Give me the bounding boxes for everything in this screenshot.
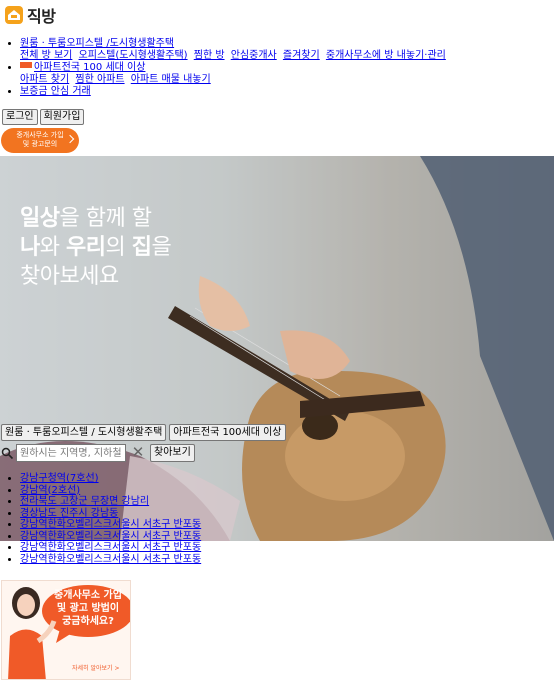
nav-link-deposit[interactable]: 보증금 안심 거래	[20, 86, 91, 97]
headline-word: 을 함께 할	[59, 206, 152, 231]
house-logo-icon	[5, 6, 23, 24]
auth-buttons: 로그인 회원가입	[2, 109, 85, 125]
suggestion-link[interactable]: 경상남도 진주시 강남동	[20, 508, 118, 519]
headline-word: 찾아보세요	[20, 264, 119, 289]
headline-line-3: 찾아보세요	[20, 262, 171, 291]
nav-sub-list-apartment[interactable]: 아파트 매물 내놓기	[131, 74, 211, 85]
nav-sub-agent-manage[interactable]: 중개사무소에 방 내놓기·관리	[326, 50, 446, 61]
headline-line-1: 일상을 함께 할	[20, 204, 171, 233]
suggestion-link[interactable]: 강남역한화오벨리스크서울시 서초구 반포동	[20, 531, 201, 542]
suggestion-link[interactable]: 강남역한화오벨리스크서울시 서초구 반포동	[20, 554, 201, 565]
login-button[interactable]: 로그인	[2, 109, 38, 125]
nav-sub-liked-apartment[interactable]: 찜한 아파트	[75, 74, 124, 85]
signup-button[interactable]: 회원가입	[39, 109, 85, 125]
search-suggestions: 강남구청역(7호선) 강남역(2호선) 전라북도 고창군 무장면 강남리 경상남…	[0, 473, 201, 565]
suggestion-link[interactable]: 전라북도 고창군 무장면 강남리	[20, 496, 149, 507]
nav-sub-liked-rooms[interactable]: 찜한 방	[194, 50, 225, 61]
ad-more-link[interactable]: 자세히 알아보기 >	[72, 663, 119, 672]
list-item: 전라북도 고창군 무장면 강남리	[20, 496, 201, 508]
nav-sub-find-apartment[interactable]: 아파트 찾기	[20, 74, 69, 85]
hero-headline: 일상을 함께 할 나와 우리의 집을 찾아보세요	[20, 204, 172, 291]
nav-oneroom-submenu: 전체 방 보기 오피스텔(도시형생활주택) 찜한 방 안심중개사 즐겨찾기 중개…	[20, 50, 449, 61]
zigbang-logo[interactable]: 직방	[4, 3, 56, 27]
suggestion-link[interactable]: 강남역한화오벨리스크서울시 서초구 반포동	[20, 542, 201, 553]
nav-link-apartment[interactable]: 아파트전국 100 세대 이상	[34, 62, 145, 73]
headline-word: 나	[20, 235, 40, 260]
list-item: 경상남도 진주시 강남동	[20, 508, 201, 520]
ad-line: 및 광고 방법이	[56, 603, 120, 614]
nav-item-deposit: 보증금 안심 거래	[20, 86, 449, 98]
nav-item-oneroom: 원룸 · 투룸오피스텔 /도시형생활주택 전체 방 보기 오피스텔(도시형생활주…	[20, 38, 449, 62]
main-nav: 원룸 · 투룸오피스텔 /도시형생활주택 전체 방 보기 오피스텔(도시형생활주…	[0, 38, 449, 98]
new-badge-icon	[20, 62, 32, 68]
headline-word: 일상	[20, 206, 60, 231]
headline-word: 우리	[65, 235, 106, 260]
ad-line: 중개사무소 가입	[54, 590, 122, 601]
nav-sub-safe-agent[interactable]: 안심중개사	[231, 50, 277, 61]
nav-item-apartment: 아파트전국 100 세대 이상 아파트 찾기 찜한 아파트 아파트 매물 내놓기	[20, 62, 449, 86]
list-item: 강남역한화오벨리스크서울시 서초구 반포동	[20, 542, 201, 554]
ad-text: 중개사무소 가입 및 광고 방법이 궁금하세요?	[46, 589, 130, 628]
headline-word: 의	[105, 235, 132, 260]
list-item: 강남역한화오벨리스크서울시 서초구 반포동	[20, 531, 201, 543]
search-button[interactable]: 찾아보기	[150, 444, 195, 462]
agent-pill-line1: 중개사무소 가입	[16, 131, 64, 139]
agent-ad-banner[interactable]: 중개사무소 가입 및 광고 방법이 궁금하세요? 자세히 알아보기 >	[1, 580, 131, 680]
tab-apartment[interactable]: 아파트전국 100세대 이상	[169, 424, 286, 441]
search-input[interactable]	[16, 444, 126, 462]
list-item: 강남역한화오벨리스크서울시 서초구 반포동	[20, 554, 201, 566]
suggestion-link[interactable]: 강남구청역(7호선)	[20, 473, 99, 484]
agent-pill-line2: 및 광고문의	[22, 140, 58, 148]
list-item: 강남구청역(7호선)	[20, 473, 201, 485]
ad-line: 궁금하세요?	[62, 616, 114, 627]
suggestion-link[interactable]: 강남역(2호선)	[20, 485, 80, 496]
search-icon	[1, 447, 14, 459]
search-bar: ✕ 찾아보기	[1, 444, 195, 462]
list-item: 강남역한화오벨리스크서울시 서초구 반포동	[20, 519, 201, 531]
list-item: 강남역(2호선)	[20, 485, 201, 497]
nav-apartment-submenu: 아파트 찾기 찜한 아파트 아파트 매물 내놓기	[20, 74, 214, 85]
nav-link-oneroom[interactable]: 원룸 · 투룸오피스텔 /도시형생활주택	[20, 38, 174, 49]
nav-sub-all-rooms[interactable]: 전체 방 보기	[20, 50, 72, 61]
suggestion-link[interactable]: 강남역한화오벨리스크서울시 서초구 반포동	[20, 519, 201, 530]
logo-text: 직방	[27, 7, 56, 26]
headline-line-2: 나와 우리의 집을	[20, 233, 172, 262]
headline-word: 집	[131, 235, 152, 260]
headline-word: 을	[151, 235, 172, 260]
nav-sub-officetel[interactable]: 오피스텔(도시형생활주택)	[79, 50, 188, 61]
clear-search-icon[interactable]: ✕	[128, 444, 148, 462]
headline-word: 와	[39, 235, 66, 260]
tab-oneroom[interactable]: 원룸 · 투룸오피스텔 / 도시형생활주택	[1, 424, 167, 441]
nav-sub-favorites[interactable]: 즐겨찾기	[283, 50, 320, 61]
search-tabs: 원룸 · 투룸오피스텔 / 도시형생활주택 아파트전국 100세대 이상	[1, 424, 286, 441]
agent-signup-pill[interactable]: 중개사무소 가입 및 광고문의	[1, 128, 79, 153]
